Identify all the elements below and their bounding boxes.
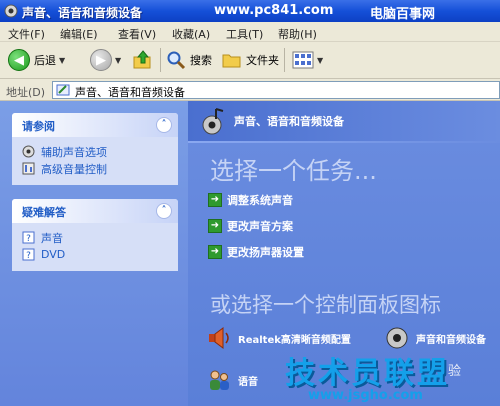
link-advanced-volume[interactable]: 高级音量控制 [22, 160, 170, 177]
control-panel-icon [56, 84, 70, 96]
help-icon: ? [22, 248, 35, 261]
collapse-chevron-icon[interactable]: ˄ [156, 117, 172, 133]
watermark-url: www.pc841.com [214, 3, 334, 18]
category-header: 声音、语音和音频设备 [188, 101, 500, 141]
views-grid-icon [292, 51, 314, 69]
task-label: 调整系统声音 [227, 194, 293, 207]
address-input[interactable]: 声音、语音和音频设备 [52, 81, 500, 99]
speaker-option-icon [22, 145, 35, 158]
watermark-fragment: 验 [448, 364, 462, 379]
up-folder-button[interactable] [132, 47, 154, 73]
menu-favorites[interactable]: 收藏(A) [172, 26, 210, 42]
task-change-speaker-settings[interactable]: ➜ 更改扬声器设置 [208, 244, 304, 260]
cp-label: Realtek高清晰音频配置 [238, 334, 351, 346]
cp-speech[interactable]: 语音 [206, 367, 258, 393]
speech-people-icon [210, 370, 229, 390]
svg-text:?: ? [26, 251, 31, 261]
green-arrow-icon: ➜ [208, 245, 222, 259]
link-label: 高级音量控制 [41, 162, 107, 176]
cp-label: 语音 [238, 376, 258, 388]
menu-tools[interactable]: 工具(T) [226, 26, 263, 42]
watermark-title: 技术员联盟 [285, 356, 450, 391]
folders-label: 文件夹 [246, 54, 279, 67]
speaker-icon [209, 327, 229, 349]
menu-bar: 文件(F) 编辑(E) 查看(V) 收藏(A) 工具(T) 帮助(H) [0, 22, 500, 42]
back-dropdown-icon[interactable]: ▼ [59, 56, 65, 65]
svg-text:?: ? [26, 234, 31, 244]
views-dropdown-icon[interactable]: ▼ [317, 56, 323, 65]
toolbar-separator [160, 48, 161, 72]
link-label: 辅助声音选项 [41, 145, 107, 159]
watermark-domain: www.jsgho.com [308, 388, 423, 403]
search-icon [167, 51, 186, 70]
header-divider [188, 141, 500, 143]
task-adjust-system-sounds[interactable]: ➜ 调整系统声音 [208, 192, 293, 208]
address-value: 声音、语音和音频设备 [75, 86, 185, 99]
forward-arrow-icon: ▶ [90, 49, 112, 71]
address-label: 地址(D) [6, 86, 46, 99]
site-watermark: 技术员联盟 www.jsgho.com [280, 348, 500, 406]
menu-view[interactable]: 查看(V) [118, 26, 156, 42]
link-troubleshoot-sound[interactable]: ? 声音 [22, 229, 170, 246]
toolbar: ◀ 后退 ▼ ▶ ▼ 搜索 文件夹 ▼ [0, 42, 500, 79]
collapse-chevron-icon[interactable]: ˄ [156, 203, 172, 219]
troubleshoot-panel: 疑难解答 ˄ ? 声音 ? DVD [12, 199, 178, 271]
control-panel-heading: 或选择一个控制面板图标 [210, 293, 441, 317]
address-bar: 地址(D) 声音、语音和音频设备 [0, 79, 500, 101]
folders-button[interactable]: 文件夹 [222, 47, 279, 73]
task-label: 更改声音方案 [227, 220, 293, 233]
forward-dropdown-icon[interactable]: ▼ [115, 56, 121, 65]
up-folder-icon [133, 50, 151, 69]
sound-app-icon [4, 4, 18, 18]
green-arrow-icon: ➜ [208, 219, 222, 233]
back-button[interactable]: ◀ 后退 ▼ [8, 47, 65, 73]
link-label: DVD [41, 248, 66, 261]
search-label: 搜索 [190, 54, 212, 67]
link-accessibility-sound[interactable]: 辅助声音选项 [22, 143, 170, 160]
troubleshoot-title: 疑难解答 [22, 206, 66, 219]
window-title: 声音、语音和音频设备 [22, 6, 143, 20]
see-also-panel: 请参阅 ˄ 辅助声音选项 高级音量控制 [12, 113, 178, 185]
cp-label: 声音和音频设备 [416, 334, 486, 346]
forward-button[interactable]: ▶ ▼ [90, 47, 121, 73]
back-label: 后退 [34, 54, 56, 67]
pick-task-heading: 选择一个任务... [210, 157, 377, 185]
back-arrow-icon: ◀ [8, 49, 30, 71]
see-also-title: 请参阅 [22, 120, 55, 133]
link-label: 声音 [41, 231, 63, 245]
see-also-header[interactable]: 请参阅 ˄ [12, 113, 178, 137]
menu-edit[interactable]: 编辑(E) [60, 26, 98, 42]
help-icon: ? [22, 231, 35, 244]
task-label: 更改扬声器设置 [227, 246, 304, 259]
title-bar: 声音、语音和音频设备 www.pc841.com 电脑百事网 [0, 0, 500, 22]
menu-file[interactable]: 文件(F) [8, 26, 45, 42]
menu-help[interactable]: 帮助(H) [278, 26, 317, 42]
toolbar-separator [284, 48, 285, 72]
category-title: 声音、语音和音频设备 [234, 115, 344, 128]
volume-control-icon [22, 162, 35, 175]
music-note-icon [202, 108, 224, 135]
green-arrow-icon: ➜ [208, 193, 222, 207]
watermark-site-name: 电脑百事网 [370, 7, 436, 22]
views-button[interactable]: ▼ [292, 47, 323, 73]
folders-icon [222, 54, 241, 68]
search-button[interactable]: 搜索 [166, 47, 212, 73]
task-change-sound-scheme[interactable]: ➜ 更改声音方案 [208, 218, 293, 234]
task-pane: 请参阅 ˄ 辅助声音选项 高级音量控制 疑难解答 ˄ ? 声音 ? DVD [0, 101, 188, 406]
troubleshoot-header[interactable]: 疑难解答 ˄ [12, 199, 178, 223]
link-troubleshoot-dvd[interactable]: ? DVD [22, 246, 170, 263]
